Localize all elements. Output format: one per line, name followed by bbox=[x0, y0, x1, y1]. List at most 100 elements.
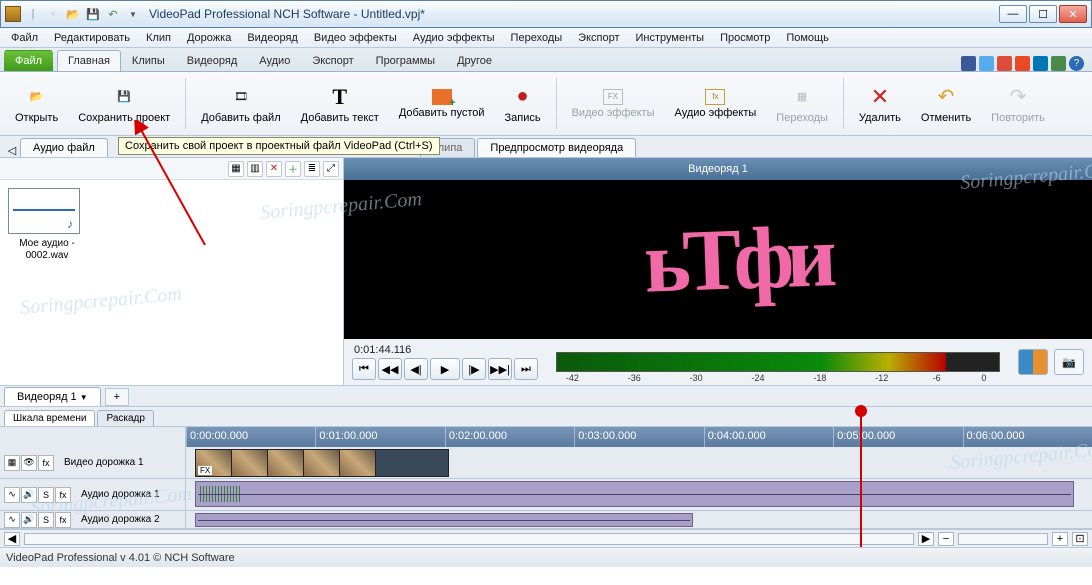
ribbon-tab-sequence[interactable]: Видеоряд bbox=[176, 50, 249, 71]
goto-start-button[interactable]: ⏮ bbox=[352, 358, 376, 380]
timeline-ruler[interactable]: 0:00:00.000 0:01:00.000 0:02:00.000 0:03… bbox=[186, 427, 1092, 447]
scroll-left-button[interactable]: ◀ bbox=[4, 532, 20, 546]
ribbon-tab-export[interactable]: Экспорт bbox=[301, 50, 364, 71]
step-fwd-button[interactable]: |▶ bbox=[462, 358, 486, 380]
delete-button[interactable]: ✕Удалить bbox=[850, 74, 910, 133]
audio-fx-button[interactable]: fxАудио эффекты bbox=[666, 74, 766, 133]
playhead[interactable] bbox=[860, 407, 862, 547]
timeline-mode-storyboard[interactable]: Раскадр bbox=[97, 410, 153, 426]
menu-edit[interactable]: Редактировать bbox=[47, 30, 137, 46]
add-text-button[interactable]: TДобавить текст bbox=[292, 74, 388, 133]
track-speaker-icon[interactable]: 🔊 bbox=[21, 487, 37, 503]
bin-list-icon[interactable]: ≣ bbox=[304, 161, 320, 177]
share-icon[interactable] bbox=[1051, 56, 1066, 71]
tab-scroll-left[interactable]: ◁ bbox=[4, 144, 20, 157]
open-button[interactable]: 📂Открыть bbox=[6, 74, 67, 133]
menu-view[interactable]: Просмотр bbox=[713, 30, 777, 46]
ribbon-tab-audio[interactable]: Аудио bbox=[248, 50, 301, 71]
bin-tool-1[interactable]: ▦ bbox=[228, 161, 244, 177]
track-film-icon[interactable]: ▦ bbox=[4, 455, 20, 471]
track-solo-icon[interactable]: S bbox=[38, 512, 54, 528]
video-fx-button[interactable]: FXВидео эффекты bbox=[563, 74, 664, 133]
record-button[interactable]: ●Запись bbox=[496, 74, 550, 133]
qat-dropdown-icon[interactable]: ▼ bbox=[125, 6, 141, 22]
ribbon-tab-home[interactable]: Главная bbox=[57, 50, 121, 71]
audio-lane-2[interactable] bbox=[186, 511, 1092, 528]
track-speaker-icon[interactable]: 🔊 bbox=[21, 512, 37, 528]
track-fx-icon[interactable]: fx bbox=[55, 487, 71, 503]
menu-videofx[interactable]: Видео эффекты bbox=[307, 30, 404, 46]
ribbon-tab-clips[interactable]: Клипы bbox=[121, 50, 176, 71]
ribbon-tab-file[interactable]: Файл bbox=[4, 50, 53, 71]
h-scrollbar[interactable] bbox=[24, 533, 914, 545]
menu-file[interactable]: Файл bbox=[4, 30, 45, 46]
new-icon[interactable]: ▫ bbox=[45, 6, 61, 22]
ribbon-tab-programs[interactable]: Программы bbox=[365, 50, 446, 71]
add-blank-button[interactable]: +Добавить пустой bbox=[390, 74, 494, 133]
redo-button[interactable]: ↷Повторить bbox=[982, 74, 1054, 133]
panel-tabs: ◁ Аудио файл Сохранить свой проект в про… bbox=[0, 136, 1092, 158]
menu-audiofx[interactable]: Аудио эффекты bbox=[406, 30, 502, 46]
track-solo-icon[interactable]: S bbox=[38, 487, 54, 503]
close-button[interactable]: ✕ bbox=[1059, 5, 1087, 23]
menu-track[interactable]: Дорожка bbox=[180, 30, 238, 46]
menu-help[interactable]: Помощь bbox=[779, 30, 836, 46]
minimize-button[interactable]: — bbox=[999, 5, 1027, 23]
preview-viewport[interactable]: ьТфи bbox=[344, 180, 1092, 339]
add-sequence-button[interactable]: + bbox=[105, 388, 129, 406]
record-icon: ● bbox=[510, 84, 536, 110]
ribbon-tab-other[interactable]: Другое bbox=[446, 50, 503, 71]
menu-transitions[interactable]: Переходы bbox=[504, 30, 570, 46]
track-fx-icon[interactable]: fx bbox=[55, 512, 71, 528]
quick-access-toolbar: | ▫ 📂 💾 ↶ ▼ bbox=[5, 6, 141, 22]
maximize-button[interactable]: ☐ bbox=[1029, 5, 1057, 23]
bin-delete-icon[interactable]: ✕ bbox=[266, 161, 282, 177]
facebook-icon[interactable] bbox=[961, 56, 976, 71]
audio-clip-1[interactable] bbox=[195, 481, 1074, 507]
next-frame-button[interactable]: ▶▶| bbox=[488, 358, 512, 380]
menu-clip[interactable]: Клип bbox=[139, 30, 178, 46]
transitions-button[interactable]: ▦Переходы bbox=[767, 74, 837, 133]
save-icon[interactable]: 💾 bbox=[85, 6, 101, 22]
zoom-fit-button[interactable]: ⊡ bbox=[1072, 532, 1088, 546]
menu-tools[interactable]: Инструменты bbox=[629, 30, 712, 46]
bin-tab-audio[interactable]: Аудио файл bbox=[20, 138, 108, 157]
google-icon[interactable] bbox=[997, 56, 1012, 71]
track-eye-icon[interactable]: 👁 bbox=[21, 455, 37, 471]
zoom-slider[interactable] bbox=[958, 533, 1048, 545]
sequence-tab-1[interactable]: Видеоряд 1 ▼ bbox=[4, 387, 101, 406]
bin-add-icon[interactable]: ＋ bbox=[285, 161, 301, 177]
clip-thumbnail[interactable]: Мое аудио - 0002.wav bbox=[8, 188, 86, 262]
track-fx-icon[interactable]: fx bbox=[38, 455, 54, 471]
linkedin-icon[interactable] bbox=[1033, 56, 1048, 71]
preview-tab-sequence[interactable]: Предпросмотр видеоряда bbox=[477, 138, 636, 157]
add-file-button[interactable]: 🎞Добавить файл bbox=[192, 74, 289, 133]
undo-button[interactable]: ↶Отменить bbox=[912, 74, 980, 133]
goto-end-button[interactable]: ⏭ bbox=[514, 358, 538, 380]
video-clip[interactable]: FX bbox=[195, 449, 449, 477]
twitter-icon[interactable] bbox=[979, 56, 994, 71]
zoom-out-button[interactable]: − bbox=[938, 532, 954, 546]
track-wave-icon[interactable]: ∿ bbox=[4, 487, 20, 503]
audio-lane-1[interactable] bbox=[186, 479, 1092, 510]
split-preview-icon[interactable] bbox=[1018, 349, 1048, 375]
open-icon[interactable]: 📂 bbox=[65, 6, 81, 22]
step-back-button[interactable]: ◀| bbox=[404, 358, 428, 380]
scroll-right-button[interactable]: ▶ bbox=[918, 532, 934, 546]
bin-sort-icon[interactable]: ⤢ bbox=[323, 161, 339, 177]
stumble-icon[interactable] bbox=[1015, 56, 1030, 71]
video-lane[interactable]: FX bbox=[186, 447, 1092, 478]
audio-clip-2[interactable] bbox=[195, 513, 693, 527]
play-button[interactable]: ▶ bbox=[430, 358, 460, 380]
help-icon[interactable]: ? bbox=[1069, 56, 1084, 71]
snapshot-icon[interactable]: 📷 bbox=[1054, 349, 1084, 375]
undo-icon[interactable]: ↶ bbox=[105, 6, 121, 22]
menu-export[interactable]: Экспорт bbox=[571, 30, 626, 46]
track-wave-icon[interactable]: ∿ bbox=[4, 512, 20, 528]
bin-tool-2[interactable]: ▥ bbox=[247, 161, 263, 177]
zoom-in-button[interactable]: + bbox=[1052, 532, 1068, 546]
timeline-mode-timeline[interactable]: Шкала времени bbox=[4, 410, 95, 426]
save-project-button[interactable]: 💾Сохранить проект bbox=[69, 74, 179, 133]
prev-frame-button[interactable]: ◀◀ bbox=[378, 358, 402, 380]
menu-sequence[interactable]: Видеоряд bbox=[240, 30, 305, 46]
